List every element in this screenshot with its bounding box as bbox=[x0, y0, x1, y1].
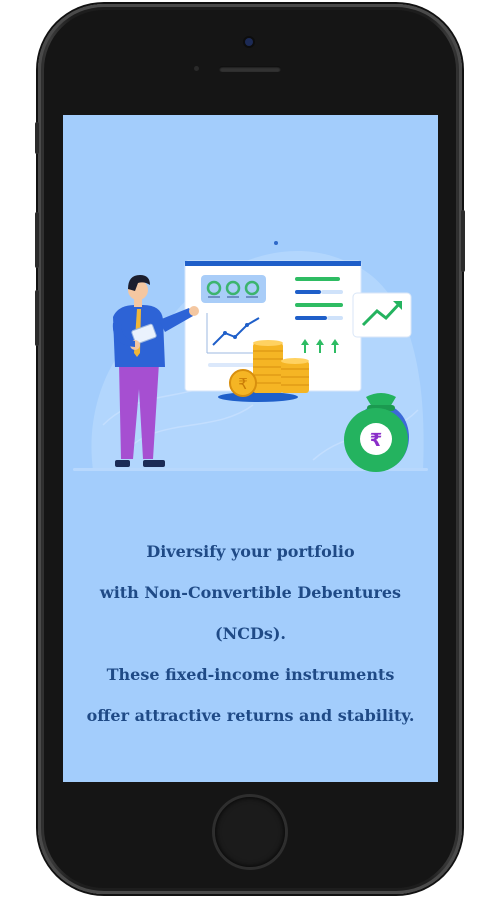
message-line-4: offer attractive returns and stability. bbox=[86, 706, 415, 725]
front-camera bbox=[245, 38, 253, 46]
ncd-illustration: ₹ ₹ bbox=[73, 241, 428, 472]
rupee-bag-symbol: ₹ bbox=[370, 430, 383, 451]
trend-up-card bbox=[352, 292, 412, 338]
proximity-sensor bbox=[194, 66, 199, 71]
power-button bbox=[461, 210, 465, 272]
volume-down-button bbox=[35, 290, 39, 346]
app-screen: ₹ ₹ Diversify your portfolio with Non-Co… bbox=[63, 115, 438, 782]
earpiece-speaker bbox=[219, 66, 281, 72]
volume-up-button bbox=[35, 212, 39, 268]
home-button[interactable] bbox=[215, 797, 285, 867]
message-line-2: with Non-Convertible Debentures (NCDs). bbox=[99, 583, 402, 643]
onboarding-message: Diversify your portfolio with Non-Conver… bbox=[63, 531, 438, 736]
message-line-1: Diversify your portfolio bbox=[146, 542, 355, 561]
message-line-3: These fixed-income instruments bbox=[106, 665, 395, 684]
rupee-coin-symbol: ₹ bbox=[238, 375, 248, 393]
silent-switch bbox=[35, 122, 39, 154]
